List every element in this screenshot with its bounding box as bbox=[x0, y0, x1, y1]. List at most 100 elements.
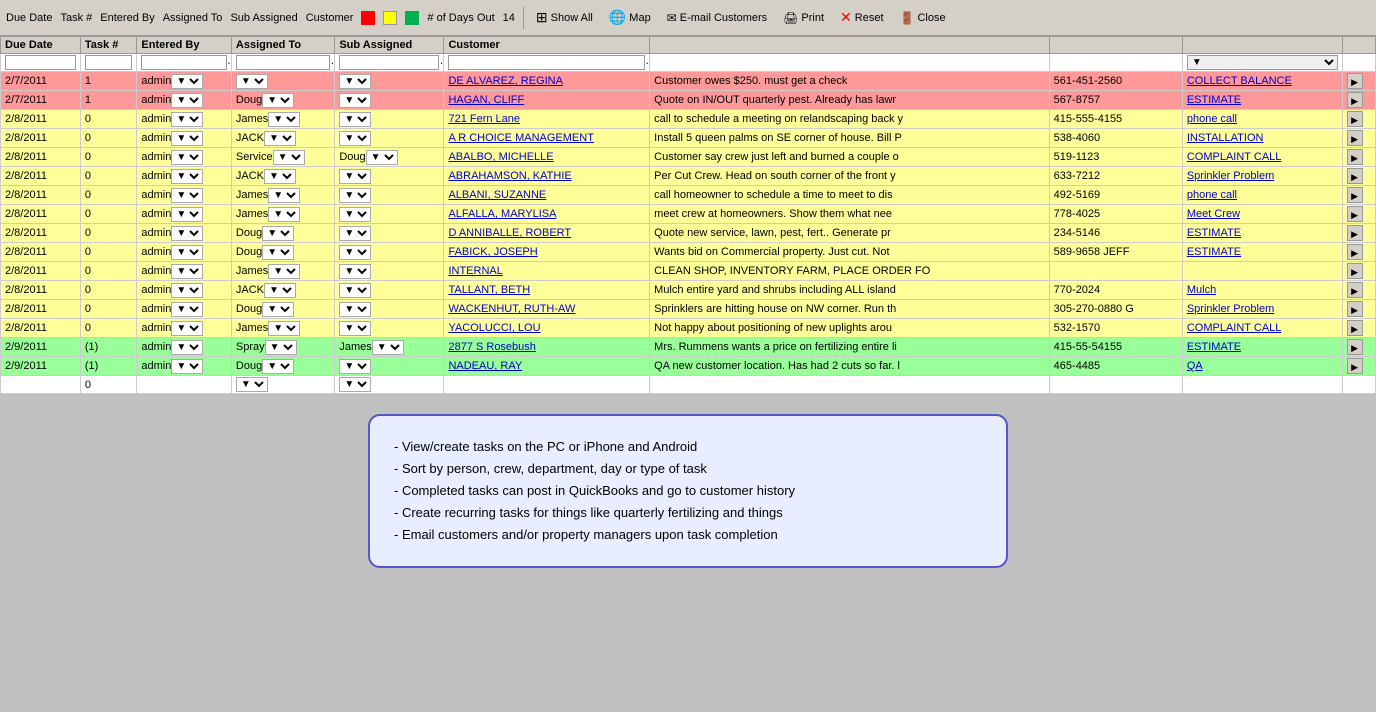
close-button[interactable]: 🚪 Close bbox=[896, 9, 950, 27]
entered-by-select[interactable]: ▼ bbox=[171, 359, 203, 374]
assigned-to-select[interactable]: ▼ bbox=[262, 302, 294, 317]
reset-button[interactable]: ✕ Reset bbox=[836, 7, 887, 28]
sub-assigned-select[interactable]: ▼ bbox=[339, 93, 371, 108]
sub-assigned-select[interactable]: ▼ bbox=[339, 245, 371, 260]
sub-assigned-select[interactable]: ▼ bbox=[339, 131, 371, 146]
customer-link[interactable]: NADEAU, RAY bbox=[448, 360, 522, 372]
sub-assigned-select[interactable]: ▼ bbox=[339, 302, 371, 317]
action-icon[interactable]: ▶ bbox=[1347, 73, 1363, 89]
type-link[interactable]: Meet Crew bbox=[1187, 208, 1240, 220]
sub-assigned-select[interactable]: ▼ bbox=[339, 207, 371, 222]
map-button[interactable]: 🌐 Map bbox=[605, 7, 655, 28]
sub-assigned-select[interactable]: ▼ bbox=[339, 112, 371, 127]
filter-duedate[interactable] bbox=[5, 55, 76, 70]
type-link[interactable]: COMPLAINT CALL bbox=[1187, 151, 1282, 163]
customer-link[interactable]: INTERNAL bbox=[448, 265, 502, 277]
assigned-to-select[interactable]: ▼ bbox=[273, 150, 305, 165]
type-link[interactable]: ESTIMATE bbox=[1187, 341, 1241, 353]
sub-assigned-select[interactable]: ▼ bbox=[339, 264, 371, 279]
assigned-to-select[interactable]: ▼ bbox=[236, 74, 268, 89]
customer-link[interactable]: D ANNIBALLE, ROBERT bbox=[448, 227, 571, 239]
assigned-to-select[interactable]: ▼ bbox=[264, 283, 296, 298]
type-link[interactable]: phone call bbox=[1187, 189, 1237, 201]
sub-assigned-select[interactable]: ▼ bbox=[339, 359, 371, 374]
customer-link[interactable]: ALBANI, SUZANNE bbox=[448, 189, 546, 201]
assigned-to-select[interactable]: ▼ bbox=[262, 226, 294, 241]
customer-link[interactable]: ALFALLA, MARYLISA bbox=[448, 208, 556, 220]
action-icon[interactable]: ▶ bbox=[1347, 149, 1363, 165]
assigned-to-select[interactable]: ▼ bbox=[268, 264, 300, 279]
show-all-button[interactable]: ⊞ Show All bbox=[532, 7, 597, 28]
sub-assigned-select[interactable]: ▼ bbox=[339, 169, 371, 184]
sub-assigned-select[interactable]: ▼ bbox=[339, 74, 371, 89]
customer-link[interactable]: HAGAN, CLIFF bbox=[448, 94, 524, 106]
entered-by-select[interactable]: ▼ bbox=[171, 283, 203, 298]
type-link[interactable]: ESTIMATE bbox=[1187, 246, 1241, 258]
filter-enteredby[interactable] bbox=[141, 55, 227, 70]
assigned-to-select[interactable]: ▼ bbox=[268, 188, 300, 203]
entered-by-select[interactable]: ▼ bbox=[171, 131, 203, 146]
customer-link[interactable]: YACOLUCCI, LOU bbox=[448, 322, 540, 334]
customer-link[interactable]: 721 Fern Lane bbox=[448, 113, 520, 125]
entered-by-select[interactable]: ▼ bbox=[171, 245, 203, 260]
filter-customer[interactable] bbox=[448, 55, 645, 70]
filter-assignedto[interactable] bbox=[236, 55, 330, 70]
sub-assigned-select[interactable]: ▼ bbox=[339, 321, 371, 336]
action-icon[interactable]: ▶ bbox=[1347, 320, 1363, 336]
entered-by-select[interactable]: ▼ bbox=[171, 112, 203, 127]
assigned-to-select[interactable]: ▼ bbox=[268, 321, 300, 336]
action-icon[interactable]: ▶ bbox=[1347, 130, 1363, 146]
filter-subassigned[interactable] bbox=[339, 55, 439, 70]
type-link[interactable]: Mulch bbox=[1187, 284, 1216, 296]
assigned-to-select[interactable]: ▼ bbox=[262, 245, 294, 260]
sub-assigned-select[interactable]: ▼ bbox=[339, 226, 371, 241]
action-icon[interactable]: ▶ bbox=[1347, 92, 1363, 108]
action-icon[interactable]: ▶ bbox=[1347, 206, 1363, 222]
customer-link[interactable]: 2877 S Rosebush bbox=[448, 341, 535, 353]
action-icon[interactable]: ▶ bbox=[1347, 301, 1363, 317]
sub-assigned-select[interactable]: ▼ bbox=[366, 150, 398, 165]
customer-link[interactable]: TALLANT, BETH bbox=[448, 284, 530, 296]
assigned-to-select[interactable]: ▼ bbox=[264, 131, 296, 146]
assigned-to-select[interactable]: ▼ bbox=[262, 93, 294, 108]
action-icon[interactable]: ▶ bbox=[1347, 187, 1363, 203]
entered-by-select[interactable]: ▼ bbox=[171, 188, 203, 203]
customer-link[interactable]: A R CHOICE MANAGEMENT bbox=[448, 132, 593, 144]
entered-by-select[interactable]: ▼ bbox=[171, 74, 203, 89]
entered-by-select[interactable]: ▼ bbox=[171, 264, 203, 279]
entered-by-select[interactable]: ▼ bbox=[171, 321, 203, 336]
entered-by-select[interactable]: ▼ bbox=[171, 169, 203, 184]
action-icon[interactable]: ▶ bbox=[1347, 339, 1363, 355]
assigned-to-select[interactable]: ▼ bbox=[262, 359, 294, 374]
assigned-to-select[interactable]: ▼ bbox=[264, 169, 296, 184]
action-icon[interactable]: ▶ bbox=[1347, 358, 1363, 374]
entered-by-select[interactable]: ▼ bbox=[171, 150, 203, 165]
filter-type-select[interactable]: ▼ bbox=[1187, 55, 1338, 70]
type-link[interactable]: COMPLAINT CALL bbox=[1187, 322, 1282, 334]
type-link[interactable]: Sprinkler Problem bbox=[1187, 170, 1274, 182]
action-icon[interactable]: ▶ bbox=[1347, 225, 1363, 241]
action-icon[interactable]: ▶ bbox=[1347, 263, 1363, 279]
sub-assigned-select[interactable]: ▼ bbox=[339, 188, 371, 203]
action-icon[interactable]: ▶ bbox=[1347, 244, 1363, 260]
entered-by-select[interactable]: ▼ bbox=[171, 93, 203, 108]
assigned-to-select[interactable]: ▼ bbox=[236, 377, 268, 392]
assigned-to-select[interactable]: ▼ bbox=[268, 207, 300, 222]
customer-link[interactable]: ABRAHAMSON, KATHIE bbox=[448, 170, 571, 182]
type-link[interactable]: ESTIMATE bbox=[1187, 227, 1241, 239]
action-icon[interactable]: ▶ bbox=[1347, 282, 1363, 298]
type-link[interactable]: QA bbox=[1187, 360, 1203, 372]
type-link[interactable]: ESTIMATE bbox=[1187, 94, 1241, 106]
action-icon[interactable]: ▶ bbox=[1347, 168, 1363, 184]
type-link[interactable]: INSTALLATION bbox=[1187, 132, 1264, 144]
sub-assigned-select[interactable]: ▼ bbox=[339, 377, 371, 392]
customer-link[interactable]: WACKENHUT, RUTH-AW bbox=[448, 303, 575, 315]
type-link[interactable]: phone call bbox=[1187, 113, 1237, 125]
sub-assigned-select[interactable]: ▼ bbox=[339, 283, 371, 298]
type-link[interactable]: COLLECT BALANCE bbox=[1187, 75, 1292, 87]
customer-link[interactable]: ABALBO, MICHELLE bbox=[448, 151, 553, 163]
entered-by-select[interactable]: ▼ bbox=[171, 340, 203, 355]
assigned-to-select[interactable]: ▼ bbox=[265, 340, 297, 355]
entered-by-select[interactable]: ▼ bbox=[171, 207, 203, 222]
assigned-to-select[interactable]: ▼ bbox=[268, 112, 300, 127]
